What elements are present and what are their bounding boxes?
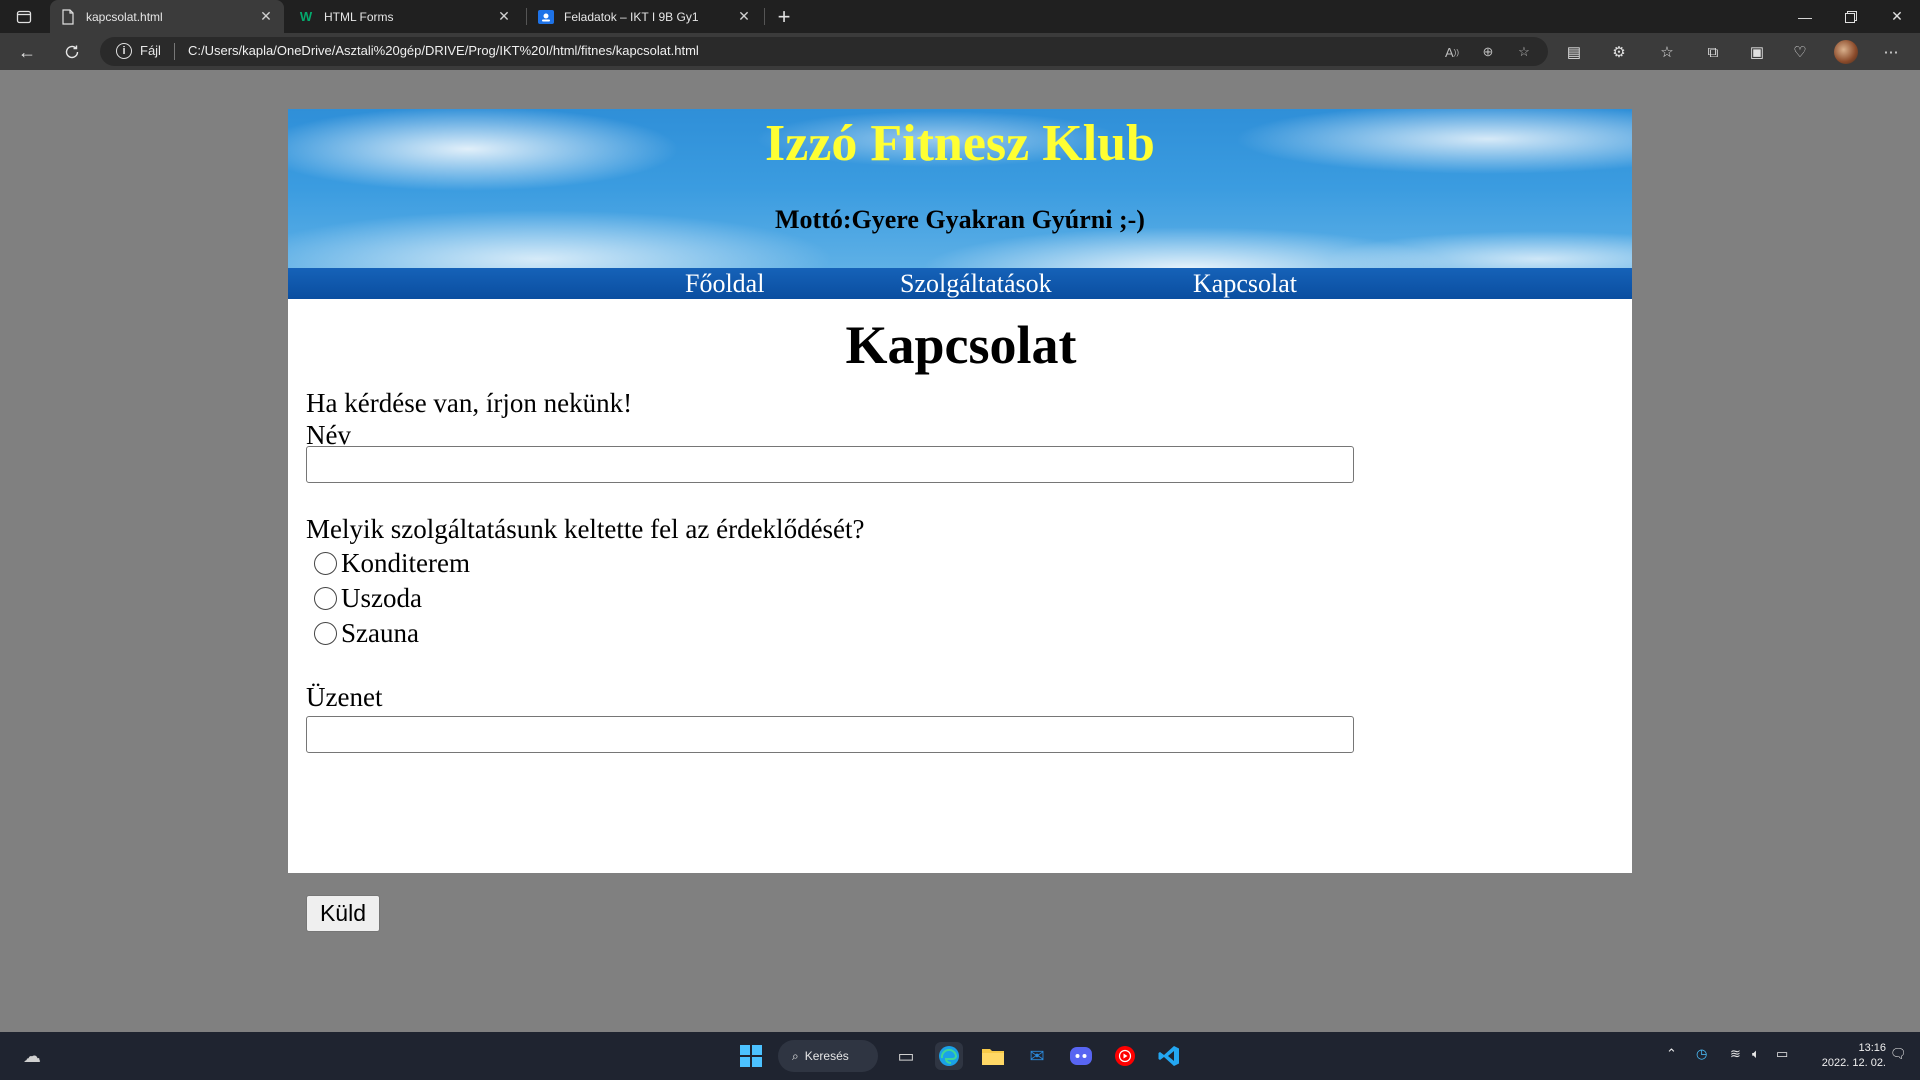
extensions-icon[interactable]: ⚙ [1608, 41, 1630, 63]
search-icon: ⌕ [792, 1048, 799, 1063]
back-icon[interactable]: ← [13, 38, 41, 66]
taskbar: ☁ ⌕ Keresés ▭ ✉ ⌃ ◷ ≋ 🔈︎ ▭ 13:16 2022. 1… [0, 1032, 1920, 1080]
task-view-icon[interactable]: ▭ [892, 1042, 920, 1070]
site-motto: Mottó:Gyere Gyakran Gyúrni ;-) [775, 205, 1145, 234]
radio-option-szauna[interactable]: Szauna [314, 617, 419, 649]
profile-avatar[interactable] [1834, 40, 1858, 64]
intro-text: Ha kérdése van, írjon nekünk! [306, 388, 633, 418]
tab-actions-icon[interactable] [14, 7, 34, 27]
main-menu: Főoldal Szolgáltatások Kapcsolat [288, 268, 1632, 299]
restore-button[interactable] [1828, 0, 1874, 33]
read-aloud-icon[interactable]: A)) [1442, 42, 1462, 62]
tab-feladatok[interactable]: Feladatok – IKT I 9B Gy1 ✕ [528, 0, 762, 33]
radio-button[interactable] [314, 551, 337, 575]
clock[interactable]: 13:16 2022. 12. 02. [1806, 1041, 1886, 1071]
radio-label: Konditerem [341, 548, 470, 578]
radio-option-konditerem[interactable]: Konditerem [314, 547, 470, 579]
mail-icon[interactable]: ✉ [1023, 1042, 1051, 1070]
info-icon[interactable]: i [116, 43, 132, 59]
site-title: Izzó Fitnesz Klub [765, 115, 1155, 172]
immersive-reader-icon[interactable]: ▤ [1563, 41, 1585, 63]
web-capture-icon[interactable]: ▣ [1746, 41, 1768, 63]
address-bar[interactable]: i Fájl C:/Users/kapla/OneDrive/Asztali%2… [100, 37, 1548, 66]
collections-icon[interactable]: ⧉ [1702, 41, 1724, 63]
radio-button[interactable] [314, 621, 337, 645]
submit-button[interactable]: Küld [306, 895, 380, 932]
browser-essentials-icon[interactable]: ♡ [1789, 41, 1811, 63]
clock-time: 13:16 [1858, 1042, 1886, 1054]
file-explorer-icon[interactable] [979, 1042, 1007, 1070]
tab-title: HTML Forms [324, 9, 394, 24]
app-tray-icon[interactable]: ◷ [1696, 1046, 1707, 1062]
classroom-icon [538, 9, 554, 25]
file-scheme-label: Fájl [140, 43, 161, 58]
youtube-music-icon[interactable] [1111, 1042, 1139, 1070]
name-input[interactable] [306, 446, 1354, 483]
search-label: Keresés [804, 1049, 849, 1063]
menu-item-kapcsolat[interactable]: Kapcsolat [1193, 268, 1297, 299]
vscode-icon[interactable] [1155, 1042, 1183, 1070]
more-options-icon[interactable]: ⋯ [1880, 41, 1902, 63]
tab-separator [764, 8, 765, 25]
radio-button[interactable] [314, 586, 337, 610]
address-divider [174, 43, 175, 60]
site-header: Izzó Fitnesz Klub Mottó:Gyere Gyakran Gy… [288, 109, 1632, 268]
browser-tab-strip: kapcsolat.html ✕ W HTML Forms ✕ Feladato… [0, 0, 1920, 33]
menu-item-fooldal[interactable]: Főoldal [685, 268, 764, 299]
page-icon [60, 8, 76, 25]
volume-icon[interactable]: 🔈︎ [1752, 1046, 1760, 1062]
radio-option-uszoda[interactable]: Uszoda [314, 582, 422, 614]
close-tab-icon[interactable]: ✕ [734, 7, 754, 27]
tab-kapcsolat[interactable]: kapcsolat.html ✕ [50, 0, 284, 33]
add-favorite-icon[interactable]: ☆ [1514, 42, 1534, 62]
discord-icon[interactable] [1067, 1042, 1095, 1070]
url-text[interactable]: C:/Users/kapla/OneDrive/Asztali%20gép/DR… [188, 43, 699, 58]
message-label: Üzenet [306, 682, 383, 712]
notifications-icon[interactable]: 🗨︎ [1890, 1046, 1907, 1062]
menu-item-szolgaltatasok[interactable]: Szolgáltatások [900, 268, 1052, 299]
message-input[interactable] [306, 716, 1354, 753]
tab-html-forms[interactable]: W HTML Forms ✕ [288, 0, 522, 33]
tab-title: Feladatok – IKT I 9B Gy1 [564, 9, 699, 24]
page-heading: Kapcsolat [845, 315, 1077, 375]
service-question: Melyik szolgáltatásunk keltette fel az é… [306, 514, 865, 544]
taskbar-search[interactable]: ⌕ Keresés [778, 1040, 878, 1072]
start-icon[interactable] [737, 1042, 765, 1070]
zoom-icon[interactable]: ⊕ [1478, 42, 1498, 62]
radio-label: Uszoda [341, 583, 422, 613]
favorites-icon[interactable]: ☆ [1656, 41, 1678, 63]
close-tab-icon[interactable]: ✕ [256, 7, 276, 27]
wifi-icon[interactable]: ≋ [1730, 1046, 1741, 1062]
new-tab-button[interactable]: + [772, 4, 796, 29]
close-tab-icon[interactable]: ✕ [494, 7, 514, 27]
show-hidden-icons[interactable]: ⌃ [1666, 1046, 1677, 1062]
edge-icon[interactable] [935, 1042, 963, 1070]
clock-date: 2022. 12. 02. [1821, 1057, 1886, 1069]
tab-separator [526, 8, 527, 25]
refresh-icon[interactable] [58, 38, 86, 66]
minimize-button[interactable]: — [1782, 0, 1828, 33]
weather-icon[interactable]: ☁ [18, 1042, 46, 1070]
browser-toolbar: ← i Fájl C:/Users/kapla/OneDrive/Asztali… [0, 33, 1920, 70]
close-window-button[interactable]: ✕ [1874, 0, 1920, 33]
radio-label: Szauna [341, 618, 419, 648]
battery-icon[interactable]: ▭ [1776, 1046, 1788, 1062]
page-container: Izzó Fitnesz Klub Mottó:Gyere Gyakran Gy… [288, 109, 1632, 932]
tab-title: kapcsolat.html [86, 9, 163, 24]
w3schools-icon: W [299, 9, 313, 24]
